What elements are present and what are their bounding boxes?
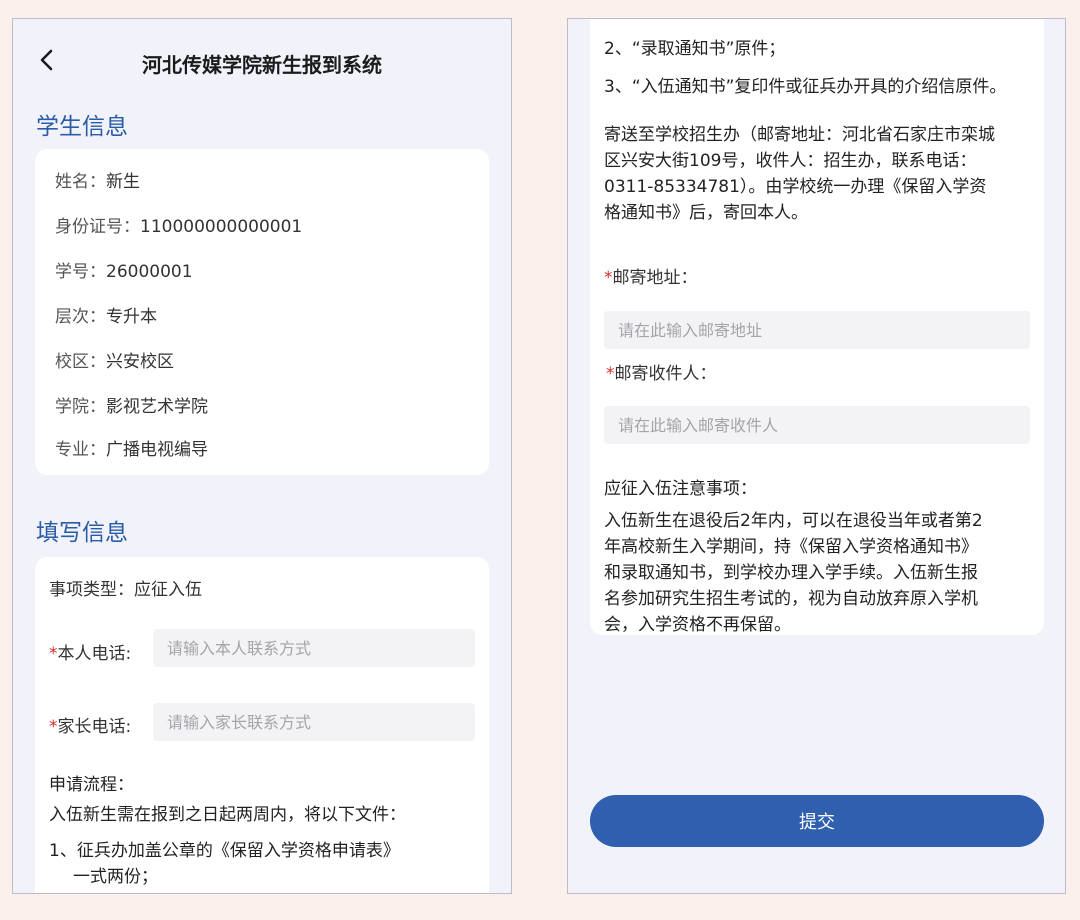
mail-line-4: 格通知书》后，寄回本人。 [604, 203, 808, 223]
info-row-name: 姓名：新生 [55, 172, 140, 192]
parent-phone-input[interactable] [153, 703, 475, 741]
process-item-1: 1、征兵办加盖公章的《保留入学资格申请表》 [49, 841, 400, 861]
mail-line-2: 区兴安大街109号，收件人：招生办，联系电话： [604, 151, 977, 171]
info-row-id-number: 身份证号：110000000000001 [55, 217, 303, 237]
submit-button[interactable]: 提交 [590, 795, 1044, 847]
mail-address-input[interactable] [604, 311, 1030, 349]
process-intro: 入伍新生需在报到之日起两周内，将以下文件： [49, 805, 406, 825]
mail-line-3: 0311-85334781）。由学校统一办理《保留入学资 [604, 177, 987, 197]
mail-line-1: 寄送至学校招生办（邮寄地址：河北省石家庄市栾城 [604, 125, 995, 145]
process-item-3: 3、“入伍通知书”复印件或征兵办开具的介绍信原件。 [604, 77, 1007, 97]
info-row-campus: 校区：兴安校区 [55, 352, 174, 372]
info-row-level: 层次：专升本 [55, 307, 157, 327]
process-title: 申请流程： [49, 775, 134, 795]
info-row-major: 专业：广播电视编导 [55, 440, 208, 460]
nav-bar: 河北传媒学院新生报到系统 [13, 19, 511, 105]
item-type: 事项类型：应征入伍 [49, 580, 202, 600]
notes-line-5: 会，入学资格不再保留。 [604, 615, 791, 635]
right-screen: 2、“录取通知书”原件； 3、“入伍通知书”复印件或征兵办开具的介绍信原件。 寄… [567, 18, 1066, 894]
page-title: 河北传媒学院新生报到系统 [142, 53, 382, 77]
notes-line-2: 年高校新生入学期间，持《保留入学资格通知书》 [604, 537, 978, 557]
fill-info-title: 填写信息 [36, 520, 128, 546]
mail-recipient-label: *邮寄收件人： [606, 364, 717, 384]
left-screen: 河北传媒学院新生报到系统 学生信息 姓名：新生 身份证号：11000000000… [12, 18, 512, 894]
fill-info-card: 事项类型：应征入伍 *本人电话: *家长电话: 申请流程： 入伍新生需在报到之日… [35, 557, 489, 893]
notes-line-1: 入伍新生在退役后2年内，可以在退役当年或者第2 [604, 511, 983, 531]
phone-label: *本人电话: [49, 644, 132, 664]
info-row-college: 学院：影视艺术学院 [55, 397, 208, 417]
notes-line-4: 名参加研究生招生考试的，视为自动放弃原入学机 [604, 589, 978, 609]
notes-title: 应征入伍注意事项： [604, 479, 757, 499]
student-info-title: 学生信息 [36, 114, 128, 140]
info-row-student-number: 学号：26000001 [55, 262, 193, 282]
student-info-card: 姓名：新生 身份证号：110000000000001 学号：26000001 层… [35, 149, 489, 475]
mail-recipient-input[interactable] [604, 406, 1030, 444]
mail-address-label: *邮寄地址： [604, 268, 698, 288]
fill-info-card-continued: 2、“录取通知书”原件； 3、“入伍通知书”复印件或征兵办开具的介绍信原件。 寄… [590, 19, 1044, 635]
process-item-1-cont: 一式两份； [73, 867, 158, 887]
parent-phone-label: *家长电话: [49, 717, 132, 737]
process-item-2: 2、“录取通知书”原件； [604, 39, 786, 59]
notes-line-3: 和录取通知书，到学校办理入学手续。入伍新生报 [604, 563, 978, 583]
phone-input[interactable] [153, 629, 475, 667]
